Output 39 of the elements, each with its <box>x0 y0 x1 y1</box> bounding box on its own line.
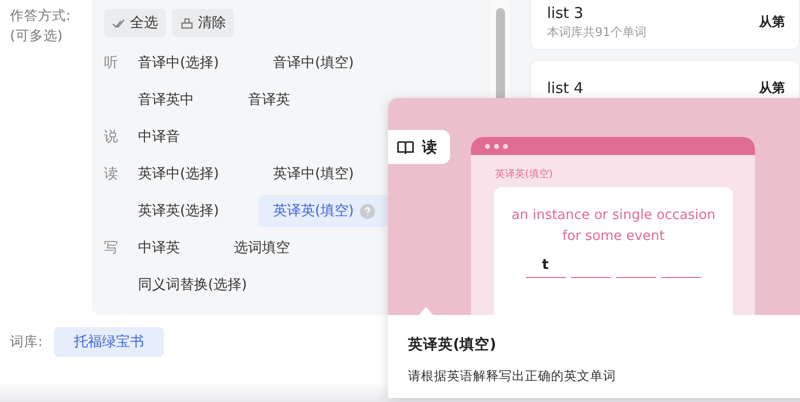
book-icon <box>397 140 414 154</box>
answer-option[interactable]: 英译中(填空) <box>258 158 368 190</box>
answer-option[interactable]: 音译中(选择) <box>124 47 233 79</box>
category-label: 写 <box>104 240 118 256</box>
answer-option[interactable]: 英译英(选择) <box>124 195 233 227</box>
category-label: 读 <box>104 166 118 182</box>
mode-label: 英译英(填空) <box>495 168 554 181</box>
popover-description: 请根据英语解释写出正确的英文单词 <box>408 368 617 385</box>
start-from-label: 从第 <box>759 80 785 97</box>
answer-option[interactable]: 中译音 <box>124 121 194 153</box>
answer-option[interactable]: 选词填空 <box>220 232 304 264</box>
answer-option[interactable]: 同义词替换(选择) <box>124 269 261 301</box>
window-dots-icon <box>485 144 508 148</box>
letter-blank: t <box>526 257 566 278</box>
answer-option[interactable]: 中译英 <box>124 232 194 264</box>
help-icon[interactable] <box>360 204 375 218</box>
select-all-button[interactable]: 全选 <box>104 9 166 37</box>
answer-option[interactable]: 英译中(选择) <box>124 158 233 190</box>
popover-title: 英译英(填空) <box>408 336 498 354</box>
field-label: 作答方式: <box>10 7 72 26</box>
category-label: 听 <box>104 55 118 71</box>
answer-option[interactable]: 音译英中 <box>124 84 208 116</box>
list-subtitle: 本词库共91个单词 <box>547 24 648 40</box>
library-tag[interactable]: 托福绿宝书 <box>54 327 164 357</box>
answer-option[interactable]: 英译英(填空) <box>258 195 389 227</box>
clear-button[interactable]: 清除 <box>172 9 234 37</box>
start-from-label: 从第 <box>759 14 785 31</box>
word-list-card[interactable]: list 3 本词库共91个单词 从第 <box>530 0 800 50</box>
skill-tab[interactable]: 读 <box>388 130 450 164</box>
list-title: list 3 <box>547 4 584 22</box>
definition-text: an instance or single occasion for some event <box>510 206 716 246</box>
answer-option[interactable]: 音译英 <box>234 84 304 116</box>
list-title: list 4 <box>547 79 584 97</box>
library-label: 词库: <box>10 333 44 351</box>
popover-pointer <box>418 307 434 316</box>
broom-icon <box>180 16 194 30</box>
field-hint: (可多选) <box>10 27 64 46</box>
category-label: 说 <box>104 129 118 145</box>
answer-option[interactable]: 音译中(填空) <box>258 47 368 79</box>
